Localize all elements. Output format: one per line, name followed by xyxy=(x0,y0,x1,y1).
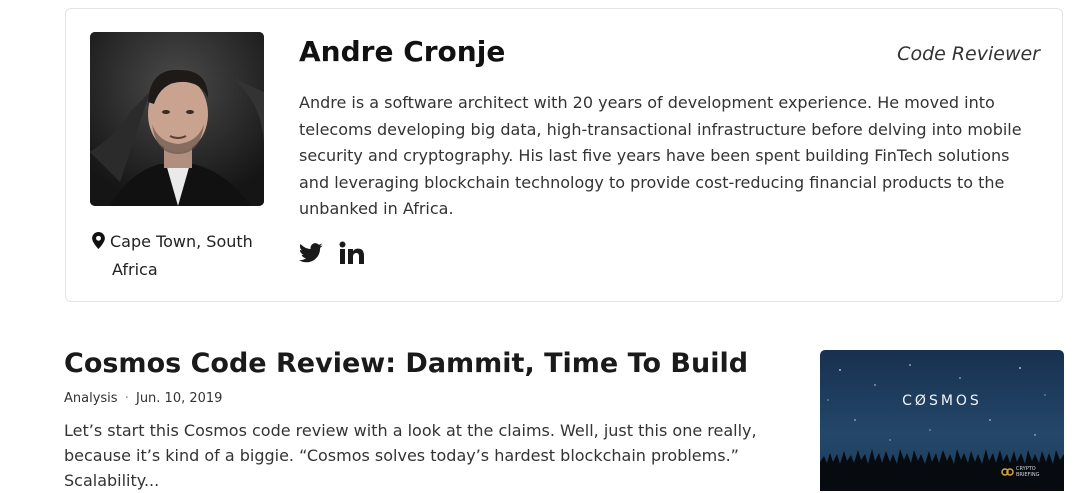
linkedin-icon xyxy=(339,241,364,264)
article-date: Jun. 10, 2019 xyxy=(135,391,223,406)
author-role: Code Reviewer xyxy=(897,43,1040,65)
article-title[interactable]: Cosmos Code Review: Dammit, Time To Buil… xyxy=(64,348,748,379)
location-line-1: Cape Town, South xyxy=(110,232,253,251)
author-photo xyxy=(90,32,264,206)
linkedin-link[interactable] xyxy=(339,241,365,269)
author-avatar[interactable] xyxy=(90,32,264,206)
location-line-2: Africa xyxy=(112,260,158,279)
svg-text:BRIEFING: BRIEFING xyxy=(1016,472,1040,478)
twitter-icon xyxy=(299,243,323,263)
article-meta: Analysis · Jun. 10, 2019 xyxy=(64,391,222,406)
thumbnail-title: CØSMOS xyxy=(902,393,982,409)
author-location: Cape Town, South Africa xyxy=(92,229,272,283)
twitter-link[interactable] xyxy=(299,243,323,267)
meta-separator: · xyxy=(124,391,129,406)
author-card: Cape Town, South Africa Andre Cronje Cod… xyxy=(65,8,1063,302)
article-thumbnail[interactable]: CØSMOS CRYPTO BRIEFING xyxy=(820,350,1064,491)
author-bio: Andre is a software architect with 20 ye… xyxy=(299,93,1022,218)
article-category[interactable]: Analysis xyxy=(64,391,118,406)
map-marker-icon xyxy=(92,231,105,257)
author-name: Andre Cronje xyxy=(299,35,506,68)
article-excerpt: Let’s start this Cosmos code review with… xyxy=(64,421,757,490)
social-links xyxy=(299,241,365,269)
cosmos-thumbnail-image: CØSMOS CRYPTO BRIEFING xyxy=(820,350,1064,491)
